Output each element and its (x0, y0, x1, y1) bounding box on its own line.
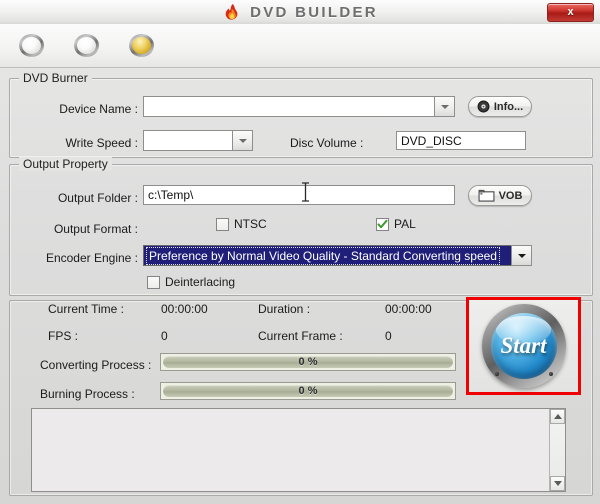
scroll-down-button[interactable] (550, 476, 565, 491)
current-frame-value: 0 (385, 329, 392, 343)
step-face (22, 37, 41, 54)
window-title: DVD BUILDER (250, 3, 378, 21)
output-folder-label: Output Folder : (57, 191, 138, 205)
current-time-value: 00:00:00 (161, 302, 208, 316)
title-bar: DVD BUILDER x (0, 0, 600, 25)
disc-volume-label: Disc Volume : (290, 136, 364, 150)
start-button[interactable]: Start (481, 304, 566, 388)
flame-icon (225, 3, 238, 20)
chevron-down-icon (440, 104, 449, 109)
output-property-group-title: Output Property (19, 157, 112, 171)
ntsc-label: NTSC (234, 217, 267, 231)
screw-left-icon (494, 372, 499, 376)
burning-process-label: Burning Process : (40, 387, 135, 401)
screw-right-icon (548, 372, 553, 376)
encoder-engine-value-wrap[interactable]: Preference by Normal Video Quality - Sta… (143, 245, 511, 266)
pal-label: PAL (394, 217, 416, 231)
fps-value: 0 (161, 329, 168, 343)
log-vertical-scrollbar[interactable] (549, 409, 565, 491)
vob-browse-button[interactable]: VOB (468, 185, 532, 206)
start-button-highlight: Start (466, 297, 581, 395)
burning-progress-value: 0 % (298, 385, 318, 397)
device-name-input[interactable] (143, 96, 434, 117)
checkmark-icon (377, 219, 388, 228)
folder-icon (478, 189, 495, 202)
output-folder-input[interactable]: c:\Temp\ (143, 185, 455, 205)
converting-process-label: Converting Process : (40, 358, 152, 372)
encoder-engine-dropdown-button[interactable] (511, 245, 532, 266)
step-indicator-2[interactable] (71, 31, 102, 60)
write-speed-input[interactable] (143, 130, 232, 151)
deinterlacing-checkbox-box[interactable] (147, 275, 160, 289)
deinterlacing-label: Deinterlacing (165, 275, 236, 289)
ntsc-checkbox-box[interactable] (216, 217, 229, 231)
burning-progress-track: 0 % (163, 385, 453, 397)
write-speed-dropdown-button[interactable] (232, 130, 253, 151)
current-time-label: Current Time : (48, 302, 125, 316)
device-name-combo[interactable] (143, 96, 455, 117)
dvd-builder-window: DVD BUILDER x DVD Burner Device Name : I… (0, 0, 600, 504)
log-output-box[interactable] (31, 408, 566, 492)
converting-progress-track: 0 % (163, 356, 453, 368)
chevron-up-icon (553, 414, 562, 419)
step-face (77, 37, 96, 54)
info-button-label: Info... (493, 100, 524, 113)
converting-progress-bar: 0 % (160, 353, 456, 371)
burning-progress-bar: 0 % (160, 382, 456, 400)
close-icon: x (567, 6, 574, 18)
write-speed-combo[interactable] (143, 130, 253, 151)
step-indicator-1[interactable] (16, 31, 47, 60)
step-toolbar (0, 24, 600, 68)
start-button-face: Start (490, 313, 557, 379)
write-speed-label: Write Speed : (65, 136, 138, 150)
disc-volume-input[interactable]: DVD_DISC (396, 131, 526, 150)
chevron-down-icon (553, 481, 562, 486)
title-group: DVD BUILDER (222, 3, 378, 22)
scroll-up-button[interactable] (550, 409, 565, 424)
step-face (132, 37, 151, 54)
deinterlacing-checkbox[interactable]: Deinterlacing (147, 275, 235, 289)
vob-button-label: VOB (498, 189, 523, 202)
duration-label: Duration : (258, 302, 311, 316)
step-indicator-3-active[interactable] (126, 31, 157, 60)
encoder-engine-combo[interactable]: Preference by Normal Video Quality - Sta… (143, 245, 532, 266)
start-button-label: Start (500, 333, 547, 358)
device-name-dropdown-button[interactable] (434, 96, 455, 117)
disc-icon (477, 100, 490, 113)
current-frame-label: Current Frame : (258, 329, 343, 343)
log-output-text (32, 409, 549, 491)
close-button[interactable]: x (547, 3, 594, 22)
fps-label: FPS : (48, 329, 79, 343)
pal-checkbox-box[interactable] (376, 217, 389, 231)
converting-progress-value: 0 % (298, 356, 318, 368)
device-name-label: Device Name : (59, 102, 138, 116)
ntsc-checkbox[interactable]: NTSC (216, 217, 267, 231)
dvd-burner-group-title: DVD Burner (19, 71, 92, 85)
pal-checkbox[interactable]: PAL (376, 217, 416, 231)
output-format-label: Output Format : (53, 222, 138, 236)
info-button[interactable]: Info... (468, 96, 532, 117)
encoder-engine-label: Encoder Engine : (45, 251, 138, 265)
duration-value: 00:00:00 (385, 302, 432, 316)
encoder-engine-value: Preference by Normal Video Quality - Sta… (146, 246, 500, 265)
chevron-down-icon (517, 253, 526, 258)
chevron-down-icon (238, 138, 247, 143)
